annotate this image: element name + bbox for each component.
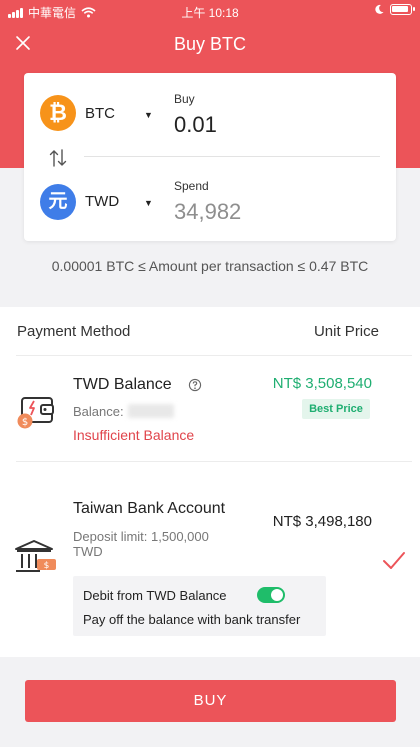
payment-method-heading: Payment Method [17, 323, 131, 340]
toggle-knob [271, 589, 283, 601]
twd-balance-title[interactable]: TWD Balance [73, 376, 172, 394]
status-right [374, 4, 415, 15]
battery-icon [390, 4, 415, 15]
page-title: Buy BTC [173, 34, 247, 54]
twd-icon: 元 [40, 184, 76, 220]
divider [16, 461, 412, 462]
debit-option-box: Debit from TWD Balance Pay off the balan… [73, 576, 326, 636]
divider [84, 156, 380, 157]
balance-value-masked [128, 404, 174, 418]
moon-icon [375, 4, 384, 14]
trade-card: ₿ BTC ▼ Buy 0.01 元 TWD ▼ Spend 34,982 [24, 73, 396, 241]
twd-balance-price: NT$ 3,508,540 [272, 375, 372, 392]
debit-subtext: Pay off the balance with bank transfer [83, 612, 301, 627]
chevron-down-icon[interactable]: ▼ [144, 110, 153, 120]
unit-price-heading: Unit Price [313, 323, 379, 340]
debit-toggle[interactable] [257, 587, 285, 603]
taiwan-bank-title[interactable]: Taiwan Bank Account [73, 500, 225, 518]
debit-label: Debit from TWD Balance [83, 588, 227, 603]
spend-amount-input[interactable]: 34,982 [174, 199, 241, 225]
wallet-icon: $ [17, 397, 54, 429]
from-currency-selector[interactable]: BTC [85, 105, 115, 122]
status-bar: 中華電信 上午 10:18 [0, 0, 420, 22]
best-price-badge: Best Price [302, 399, 370, 419]
help-icon[interactable] [188, 378, 202, 392]
transaction-limit-text: 0.00001 BTC ≤ Amount per transaction ≤ 0… [51, 258, 369, 274]
insufficient-balance-text: Insufficient Balance [73, 427, 195, 443]
btc-icon: ₿ [40, 95, 76, 131]
chevron-down-icon[interactable]: ▼ [144, 198, 153, 208]
check-icon[interactable] [381, 550, 407, 572]
balance-label: Balance: [73, 404, 124, 419]
to-currency-selector[interactable]: TWD [85, 193, 119, 210]
deposit-limit-text: Deposit limit: 1,500,000 TWD [73, 529, 209, 559]
buy-amount-input[interactable]: 0.01 [174, 112, 217, 138]
status-time: 上午 10:18 [181, 6, 239, 20]
spend-label: Spend [174, 179, 209, 193]
divider [16, 355, 412, 356]
bank-icon: $ [15, 540, 56, 572]
svg-text:$: $ [22, 417, 28, 428]
payment-panel: Payment Method Unit Price $ TWD Balance … [0, 307, 420, 657]
buy-button[interactable]: BUY [25, 680, 396, 722]
title-bar: Buy BTC [0, 26, 420, 60]
svg-text:$: $ [44, 561, 50, 571]
swap-icon[interactable] [47, 147, 69, 169]
taiwan-bank-price: NT$ 3,498,180 [272, 513, 372, 530]
buy-label: Buy [174, 92, 195, 106]
